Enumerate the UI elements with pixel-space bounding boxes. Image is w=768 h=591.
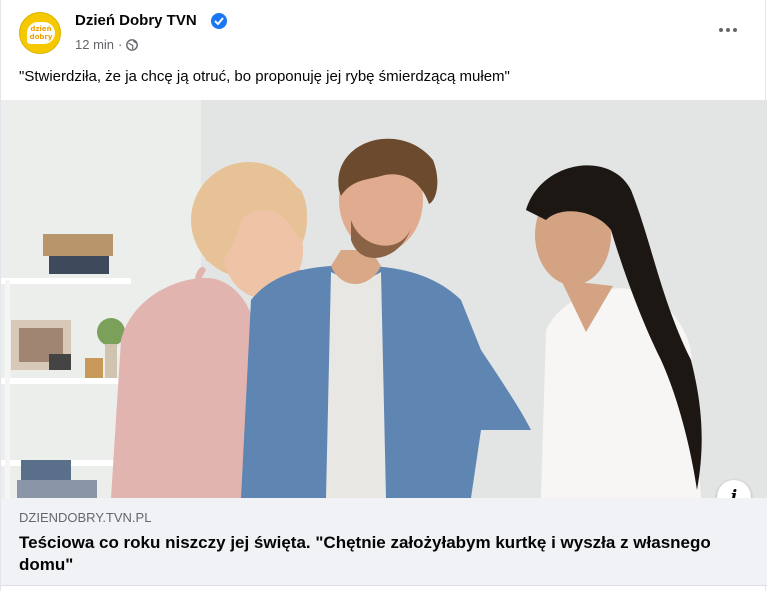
page-name-link[interactable]: Dzień Dobry TVN [75, 12, 197, 29]
more-options-icon[interactable] [713, 18, 743, 42]
post-timestamp[interactable]: 12 min [75, 37, 114, 52]
avatar-logo: dzień dobry [27, 22, 55, 44]
post-text: "Stwierdziła, że ja chcę ją otruć, bo pr… [19, 68, 510, 85]
page-avatar[interactable]: dzień dobry [19, 12, 61, 54]
post-header: dzień dobry Dzień Dobry TVN 12 min · [1, 0, 767, 64]
avatar-logo-text-2: dobry [29, 33, 53, 41]
meta-separator: · [118, 37, 123, 52]
facebook-post: dzień dobry Dzień Dobry TVN 12 min · "St… [0, 0, 767, 591]
globe-icon [126, 38, 139, 51]
link-preview[interactable]: DZIENDOBRY.TVN.PL Teściowa co roku niszc… [1, 498, 767, 586]
link-domain: DZIENDOBRY.TVN.PL [19, 510, 152, 525]
link-headline[interactable]: Teściowa co roku niszczy jej święta. "Ch… [19, 532, 719, 576]
verified-badge-icon [211, 13, 227, 29]
post-image[interactable] [1, 100, 767, 498]
post-meta: 12 min · [75, 37, 139, 52]
avatar-logo-text-1: dzień [30, 25, 52, 33]
